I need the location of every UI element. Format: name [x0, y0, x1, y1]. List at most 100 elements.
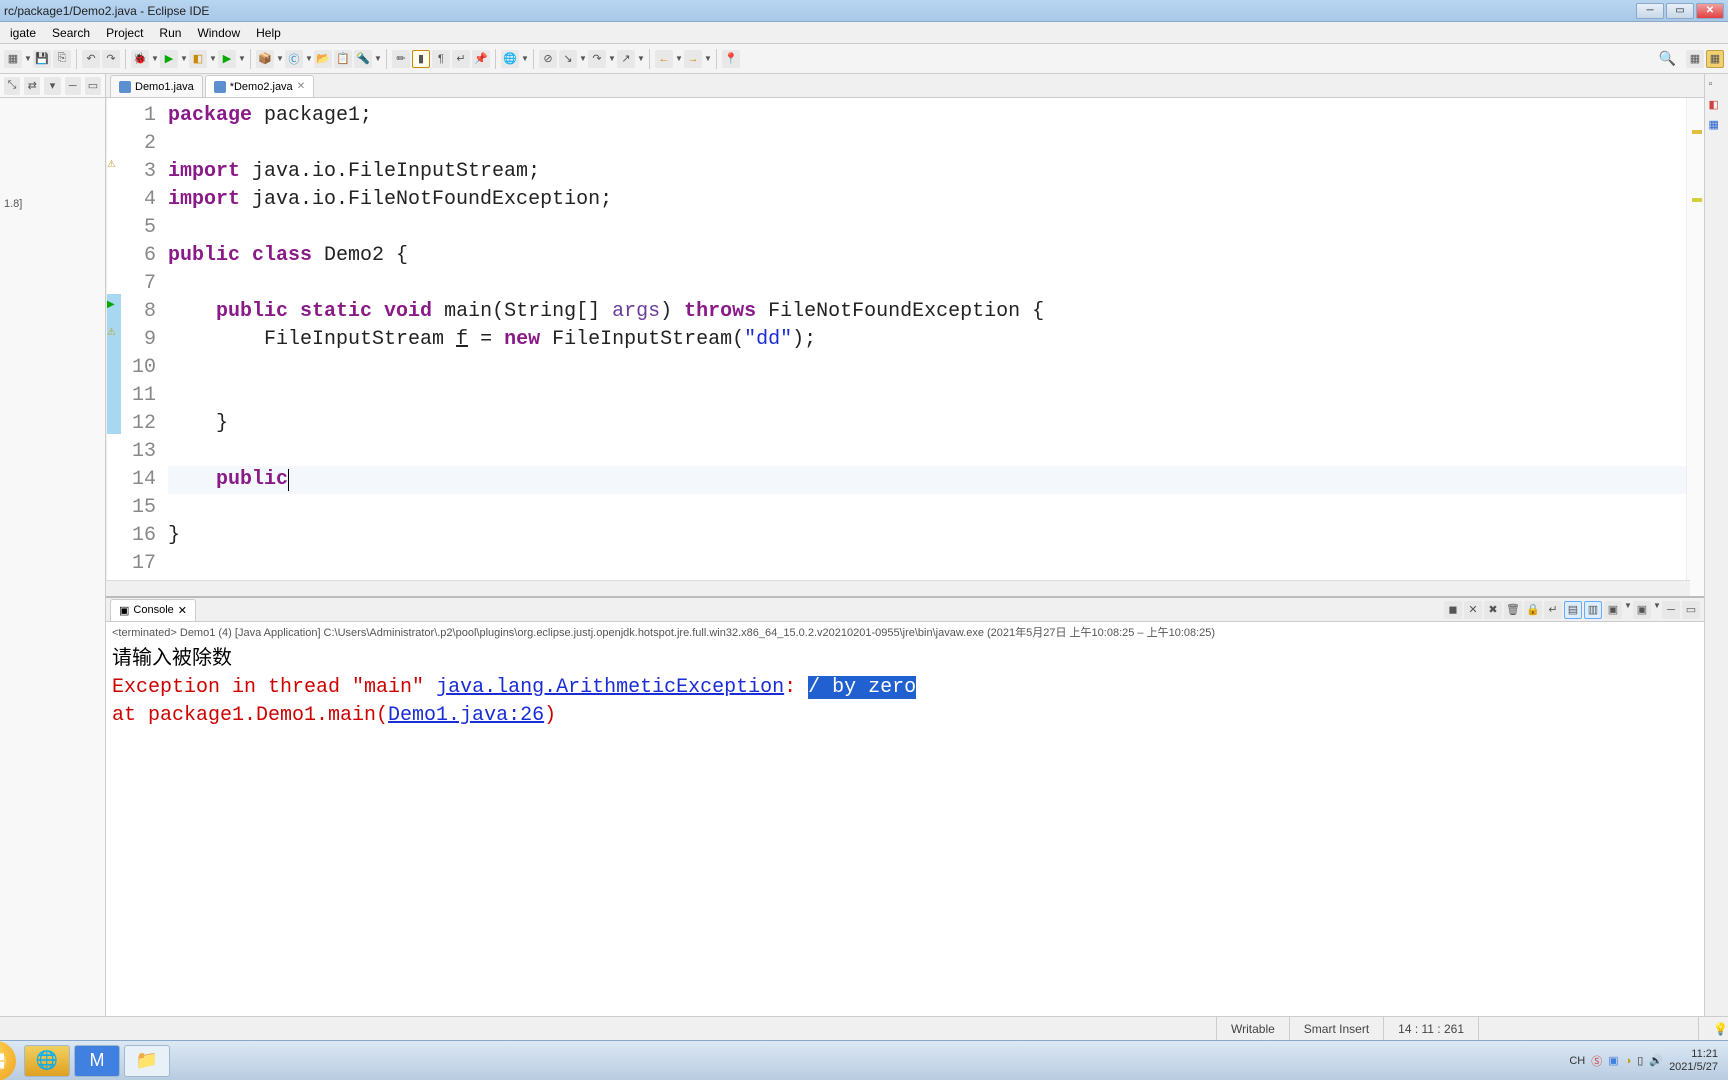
maximize-button[interactable]: ▭ — [1666, 3, 1694, 19]
web-browser-button[interactable]: 🌐 — [501, 50, 519, 68]
perspective-java-button[interactable]: ▦ — [1686, 50, 1704, 68]
clear-console-button[interactable]: 🗑 — [1504, 601, 1522, 619]
menu-navigate[interactable]: igate — [2, 24, 44, 42]
tray-icon[interactable]: ◑ — [1625, 1055, 1632, 1067]
app-taskbar-icon[interactable]: M — [74, 1045, 120, 1077]
show-whitespace-button[interactable]: ¶ — [432, 50, 450, 68]
scroll-lock-button[interactable]: 🔒 — [1524, 601, 1542, 619]
save-all-button[interactable]: ⎘ — [53, 50, 71, 68]
start-button[interactable] — [0, 1041, 16, 1080]
step-return-button[interactable]: ↗ — [617, 50, 635, 68]
close-button[interactable]: ✕ — [1696, 3, 1724, 19]
system-tray: CH Ⓢ ▣ ◑ ▯ 🔊 11:21 2021/5/27 — [1569, 1048, 1722, 1074]
quick-access-icon[interactable]: 🔍 — [1659, 50, 1676, 67]
menu-search[interactable]: Search — [44, 24, 98, 42]
open-type-button[interactable]: 📂 — [314, 50, 332, 68]
console-toolbar: ◼ ✕ ✖ 🗑 🔒 ↵ ▤ ▥ ▣▼ ▣▼ ─ ▭ — [1444, 601, 1700, 619]
remove-all-button[interactable]: ✖ — [1484, 601, 1502, 619]
skip-breakpoints-button[interactable]: ⊘ — [539, 50, 557, 68]
minimize-console-icon[interactable]: ─ — [1662, 601, 1680, 619]
display-selected-button[interactable]: ▥ — [1584, 601, 1602, 619]
step-over-button[interactable]: ↷ — [588, 50, 606, 68]
maximize-view-icon[interactable]: ▭ — [85, 77, 101, 95]
maximize-console-icon[interactable]: ▭ — [1682, 601, 1700, 619]
run-button[interactable]: ▶ — [160, 50, 178, 68]
pin-button[interactable]: 📌 — [472, 50, 490, 68]
undo-button[interactable]: ↶ — [82, 50, 100, 68]
java-file-icon — [214, 81, 226, 93]
right-trim-bar: ▫ ◧ ▦ — [1704, 74, 1728, 1016]
overview-ruler[interactable] — [1686, 98, 1704, 596]
tab-label: Demo1.java — [135, 81, 194, 93]
redo-button[interactable]: ↷ — [102, 50, 120, 68]
window-titlebar: rc/package1/Demo2.java - Eclipse IDE ─ ▭… — [0, 0, 1728, 22]
console-line: 请输入被除数 — [112, 646, 1698, 674]
link-editor-icon[interactable]: ⇄ — [24, 77, 40, 95]
new-class-button[interactable]: Ⓒ — [285, 50, 303, 68]
debug-button[interactable]: 🐞 — [131, 50, 149, 68]
horizontal-scrollbar[interactable] — [106, 580, 1690, 596]
forward-button[interactable]: → — [684, 50, 702, 68]
view-menu-icon[interactable]: ▾ — [44, 77, 60, 95]
open-console-button[interactable]: ▣ — [1604, 601, 1622, 619]
menu-help[interactable]: Help — [248, 24, 289, 42]
menu-window[interactable]: Window — [189, 24, 248, 42]
tab-demo1[interactable]: Demo1.java — [110, 75, 203, 97]
window-buttons: ─ ▭ ✕ — [1636, 3, 1724, 19]
console-launch-info: <terminated> Demo1 (4) [Java Application… — [106, 622, 1704, 642]
new-console-button[interactable]: ▣ — [1633, 601, 1651, 619]
new-package-button[interactable]: 📦 — [256, 50, 274, 68]
terminate-button[interactable]: ◼ — [1444, 601, 1462, 619]
line-gutter: 1234567891011121314151617 — [120, 98, 164, 596]
minimize-view-icon[interactable]: ─ — [65, 77, 81, 95]
run-last-button[interactable]: ▶ — [218, 50, 236, 68]
remove-launch-button[interactable]: ✕ — [1464, 601, 1482, 619]
pin-editor-button[interactable]: 📍 — [722, 50, 740, 68]
save-button[interactable]: 💾 — [33, 50, 51, 68]
console-output[interactable]: 请输入被除数 Exception in thread "main" java.l… — [106, 642, 1704, 1016]
menu-run[interactable]: Run — [151, 24, 189, 42]
search-button[interactable]: 🔦 — [354, 50, 372, 68]
code-editor[interactable]: ⚠▶⚠ 1234567891011121314151617 package pa… — [106, 98, 1704, 596]
tab-demo2[interactable]: *Demo2.java ✕ — [205, 75, 314, 97]
tray-clock[interactable]: 11:21 2021/5/27 — [1669, 1048, 1722, 1074]
console-tab[interactable]: ▣ Console ✕ — [110, 599, 196, 621]
close-tab-icon[interactable]: ✕ — [297, 81, 305, 92]
toggle-word-wrap-button[interactable]: ↵ — [452, 50, 470, 68]
volume-icon[interactable]: 🔊 — [1649, 1054, 1663, 1067]
restore-view-icon[interactable]: ▫ — [1709, 78, 1725, 94]
step-into-button[interactable]: ↘ — [559, 50, 577, 68]
minimize-button[interactable]: ─ — [1636, 3, 1664, 19]
warning-marker[interactable] — [1692, 130, 1702, 134]
back-button[interactable]: ← — [655, 50, 673, 68]
coverage-button[interactable]: ◧ — [189, 50, 207, 68]
word-wrap-button[interactable]: ↵ — [1544, 601, 1562, 619]
outline-icon[interactable]: ◧ — [1709, 98, 1725, 114]
tray-icon[interactable]: Ⓢ — [1591, 1053, 1602, 1069]
exception-class-link[interactable]: java.lang.ArithmeticException — [436, 676, 784, 699]
perspective-open-button[interactable]: ▦ — [1706, 50, 1724, 68]
stacktrace-link[interactable]: Demo1.java:26 — [388, 704, 544, 727]
status-bar: Writable Smart Insert 14 : 11 : 261 💡 — [0, 1016, 1728, 1040]
task-list-icon[interactable]: ▦ — [1709, 118, 1725, 134]
status-insert-mode: Smart Insert — [1289, 1017, 1383, 1040]
chrome-taskbar-icon[interactable]: 🌐 — [24, 1045, 70, 1077]
status-cursor-pos: 14 : 11 : 261 — [1383, 1017, 1478, 1040]
open-task-button[interactable]: 📋 — [334, 50, 352, 68]
code-area[interactable]: package package1; import java.io.FileInp… — [164, 98, 1686, 596]
ime-indicator[interactable]: CH — [1569, 1055, 1585, 1067]
breakpoint-bar[interactable]: ⚠▶⚠ — [106, 98, 120, 596]
collapse-all-icon[interactable]: ⤡ — [4, 77, 20, 95]
toggle-mark-button[interactable]: ✏ — [392, 50, 410, 68]
tray-flag-icon[interactable]: ▯ — [1637, 1054, 1643, 1067]
menu-project[interactable]: Project — [98, 24, 151, 42]
console-tab-label: Console — [133, 604, 173, 616]
toggle-block-button[interactable]: ▮ — [412, 50, 430, 68]
close-console-icon[interactable]: ✕ — [178, 604, 187, 617]
pin-console-button[interactable]: ▤ — [1564, 601, 1582, 619]
explorer-taskbar-icon[interactable]: 📁 — [124, 1045, 170, 1077]
new-button[interactable]: ▦ — [4, 50, 22, 68]
warning-marker[interactable] — [1692, 198, 1702, 202]
tray-icon[interactable]: ▣ — [1608, 1054, 1618, 1067]
menu-bar: igate Search Project Run Window Help — [0, 22, 1728, 44]
